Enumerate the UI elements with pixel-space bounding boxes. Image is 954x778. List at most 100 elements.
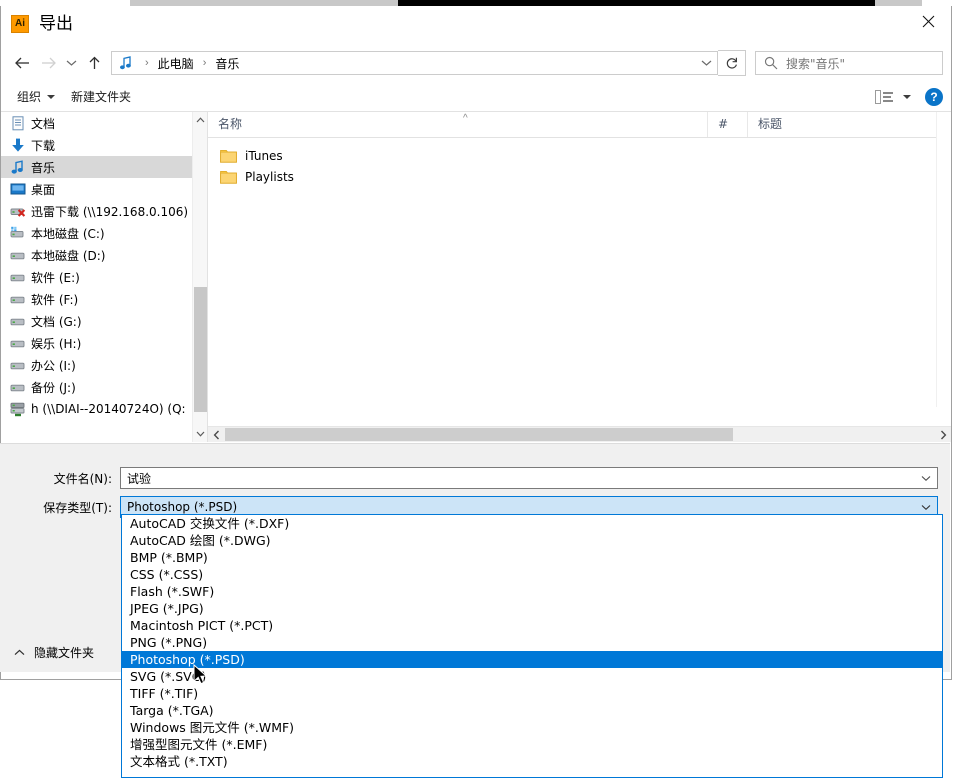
organize-label: 组织	[17, 90, 42, 104]
refresh-icon	[726, 57, 737, 69]
sidebar-item-8[interactable]: 软件 (F:)	[1, 288, 207, 310]
close-icon	[922, 15, 934, 28]
hide-folders-toggle[interactable]: 隐藏文件夹	[14, 644, 94, 661]
sidebar-item-13[interactable]: h (\\DIAI--20140724O) (Q:	[1, 398, 207, 420]
dropdown-option-1[interactable]: AutoCAD 绘图 (*.DWG)	[122, 532, 942, 549]
filename-label: 文件名(N):	[53, 471, 112, 486]
filetype-dropdown-button[interactable]	[915, 504, 937, 511]
sidebar-item-label: 软件 (E:)	[31, 270, 80, 285]
sidebar-scrollbar[interactable]	[192, 112, 207, 442]
dropdown-option-2[interactable]: BMP (*.BMP)	[122, 549, 942, 566]
sidebar-item-7[interactable]: 软件 (E:)	[1, 266, 207, 288]
chevron-left-icon	[213, 430, 219, 439]
drive-icon	[9, 247, 26, 263]
chevron-down-icon	[903, 94, 911, 99]
document-icon	[9, 115, 26, 131]
sidebar-item-11[interactable]: 办公 (I:)	[1, 354, 207, 376]
folder-icon	[220, 169, 237, 184]
view-list-icon[interactable]	[875, 89, 894, 104]
dropdown-option-3[interactable]: CSS (*.CSS)	[122, 566, 942, 583]
file-name: iTunes	[245, 148, 283, 163]
dropdown-option-8[interactable]: Photoshop (*.PSD)	[122, 651, 942, 668]
scroll-left-button[interactable]	[208, 427, 224, 443]
dropdown-option-10[interactable]: TIFF (*.TIF)	[122, 685, 942, 702]
dropdown-option-4[interactable]: Flash (*.SWF)	[122, 583, 942, 600]
breadcrumb-separator: ›	[145, 57, 149, 69]
scroll-up-button[interactable]	[193, 112, 207, 128]
filetype-dropdown-list[interactable]: AutoCAD 交换文件 (*.DXF) AutoCAD 绘图 (*.DWG) BM…	[121, 514, 943, 778]
sidebar-item-6[interactable]: 本地磁盘 (D:)	[1, 244, 207, 266]
horizontal-scroll-thumb[interactable]	[225, 428, 733, 441]
file-list-pane: 名称 # 标题 ^ iTunes Playlists	[208, 112, 951, 442]
breadcrumb-item-0[interactable]: 此电脑	[156, 55, 196, 72]
filename-field[interactable]: 试验	[120, 467, 938, 489]
music-note-icon	[9, 159, 26, 175]
drive-icon	[9, 313, 26, 329]
address-bar[interactable]: › 此电脑 › 音乐	[111, 51, 718, 75]
scroll-right-button[interactable]	[935, 427, 951, 443]
file-row[interactable]: iTunes	[208, 145, 951, 166]
sidebar-item-3[interactable]: 桌面	[1, 178, 207, 200]
system-drive-icon	[9, 225, 26, 241]
sort-indicator-icon: ^	[463, 113, 468, 124]
dropdown-option-14[interactable]: 文本格式 (*.TXT)	[122, 753, 942, 770]
up-button[interactable]	[81, 49, 107, 77]
search-input[interactable]: 搜索"音乐"	[755, 51, 943, 75]
dropdown-option-6[interactable]: Macintosh PICT (*.PCT)	[122, 617, 942, 634]
sidebar-item-0[interactable]: 文档	[1, 112, 207, 134]
close-button[interactable]	[905, 6, 951, 37]
chevron-right-icon	[940, 430, 946, 439]
hide-folders-label: 隐藏文件夹	[34, 646, 95, 660]
dropdown-option-13[interactable]: 增强型图元文件 (*.EMF)	[122, 736, 942, 753]
arrow-up-icon	[89, 56, 99, 69]
file-list-vertical-scrollbar[interactable]	[936, 112, 951, 407]
chevron-down-icon	[921, 504, 931, 510]
dropdown-option-9[interactable]: SVG (*.SVG)	[122, 668, 942, 685]
filename-row: 文件名(N): 试验	[0, 467, 938, 489]
sidebar-item-9[interactable]: 文档 (G:)	[1, 310, 207, 332]
sidebar-item-4[interactable]: 迅雷下载 (\\192.168.0.106)	[1, 200, 207, 222]
breadcrumb-item-1[interactable]: 音乐	[213, 55, 241, 72]
sidebar-item-5[interactable]: 本地磁盘 (C:)	[1, 222, 207, 244]
back-button[interactable]	[9, 49, 35, 77]
help-button[interactable]: ?	[925, 87, 943, 106]
scroll-down-button[interactable]	[193, 426, 207, 442]
address-dropdown-button[interactable]	[695, 52, 717, 74]
drive-icon	[9, 357, 26, 373]
sidebar-item-label: 本地磁盘 (D:)	[31, 248, 106, 263]
toolbar-right-group: ?	[875, 87, 943, 106]
filename-value: 试验	[127, 471, 152, 486]
sidebar-item-2[interactable]: 音乐	[1, 156, 207, 178]
dropdown-option-5[interactable]: JPEG (*.JPG)	[122, 600, 942, 617]
new-folder-button[interactable]: 新建文件夹	[63, 85, 139, 108]
filetype-label: 保存类型(T):	[43, 500, 112, 515]
sidebar-item-1[interactable]: 下载	[1, 134, 207, 156]
sidebar-item-12[interactable]: 备份 (J:)	[1, 376, 207, 398]
file-list-horizontal-scrollbar[interactable]	[208, 426, 951, 442]
file-rows: iTunes Playlists	[208, 138, 951, 187]
column-header-number[interactable]: #	[708, 112, 748, 137]
column-header-name[interactable]: 名称	[208, 112, 708, 137]
sidebar-item-label: h (\\DIAI--20140724O) (Q:	[31, 402, 186, 416]
dropdown-options: AutoCAD 交换文件 (*.DXF) AutoCAD 绘图 (*.DWG) BM…	[122, 515, 942, 770]
organize-button[interactable]: 组织	[9, 85, 63, 108]
sidebar-item-label: 下载	[31, 138, 56, 153]
sidebar-list: 文档下载音乐 桌面 迅雷下载 (\\192.168.0.106) 本地磁盘 (C:) 本…	[1, 112, 207, 420]
dropdown-option-7[interactable]: PNG (*.PNG)	[122, 634, 942, 651]
file-row[interactable]: Playlists	[208, 166, 951, 187]
sidebar-scroll-thumb[interactable]	[194, 287, 207, 412]
download-icon	[9, 137, 26, 153]
dropdown-option-11[interactable]: Targa (*.TGA)	[122, 702, 942, 719]
dropdown-option-0[interactable]: AutoCAD 交换文件 (*.DXF)	[122, 515, 942, 532]
browser-area: 文档下载音乐 桌面 迅雷下载 (\\192.168.0.106) 本地磁盘 (C:) 本…	[1, 112, 951, 442]
filename-dropdown-button[interactable]	[915, 475, 937, 482]
view-dropdown-button[interactable]	[903, 94, 911, 99]
refresh-button[interactable]	[718, 50, 746, 76]
search-icon	[764, 56, 778, 70]
recent-locations-button[interactable]	[61, 49, 81, 77]
column-header-title[interactable]: 标题	[748, 112, 908, 137]
column-header-row: 名称 # 标题 ^	[208, 112, 951, 138]
dropdown-option-12[interactable]: Windows 图元文件 (*.WMF)	[122, 719, 942, 736]
forward-button[interactable]	[35, 49, 61, 77]
sidebar-item-10[interactable]: 娱乐 (H:)	[1, 332, 207, 354]
